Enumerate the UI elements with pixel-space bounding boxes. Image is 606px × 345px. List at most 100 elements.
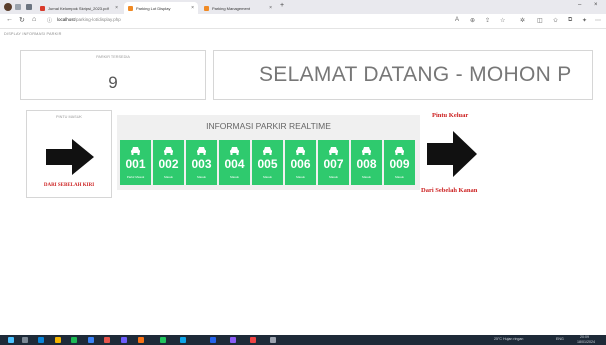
slot-status: Masuk — [230, 175, 239, 179]
parking-slot[interactable]: 004 Masuk — [219, 140, 250, 185]
slot-number: 002 — [158, 157, 179, 171]
workspaces-icon[interactable] — [15, 4, 21, 10]
car-icon — [395, 147, 404, 155]
app-icon[interactable] — [160, 337, 166, 343]
slot-number: 007 — [323, 157, 344, 171]
page-breadcrumb: DISPLAY INFORMASI PARKIR — [4, 32, 62, 36]
app-icon[interactable] — [250, 337, 256, 343]
car-icon — [362, 147, 371, 155]
clock-time[interactable]: 20:09 — [580, 335, 589, 339]
more-menu-icon[interactable]: ⋯ — [595, 17, 601, 24]
close-tab-icon[interactable]: × — [191, 5, 194, 11]
share-icon[interactable]: ⇪ — [485, 17, 490, 24]
exit-gate-label: Pintu Keluar — [432, 112, 469, 119]
car-icon — [164, 147, 173, 155]
tab-label: Parking Management — [212, 5, 251, 11]
url-host: localhost — [57, 17, 75, 22]
collections-icon[interactable]: ⧉ — [568, 17, 572, 24]
browser-tab-bar: Jurnal Kelompok Skripsi_2023.pdf × Parki… — [0, 0, 606, 14]
slot-list: 001 Parkir Masuk 002 Masuk 003 Masuk 004… — [120, 140, 417, 190]
favorites-bar-icon[interactable]: ✩ — [553, 17, 558, 24]
language-indicator[interactable]: ENG — [556, 337, 564, 341]
car-icon — [329, 147, 338, 155]
slot-number: 008 — [356, 157, 377, 171]
refresh-icon[interactable]: ↻ — [19, 16, 25, 24]
parking-slot[interactable]: 002 Masuk — [153, 140, 184, 185]
home-icon[interactable]: ⌂ — [32, 16, 36, 23]
split-screen-icon[interactable]: ◫ — [537, 17, 543, 24]
close-window-button[interactable]: × — [594, 2, 598, 8]
copilot-icon[interactable]: ✦ — [582, 17, 587, 24]
app-icon[interactable] — [138, 337, 144, 343]
back-icon[interactable]: ← — [6, 16, 13, 23]
available-parking-count: 9 — [108, 73, 118, 92]
tab-actions-icon[interactable] — [26, 4, 32, 10]
pdf-icon — [40, 5, 45, 11]
clock-date[interactable]: 18/01/2024 — [577, 340, 595, 344]
app-icon[interactable] — [230, 337, 236, 343]
url-field[interactable]: localhost/parking-lot/display.php — [57, 17, 121, 22]
parking-slot[interactable]: 007 Masuk — [318, 140, 349, 185]
slot-number: 004 — [224, 157, 245, 171]
app-icon[interactable] — [104, 337, 110, 343]
slot-status: Masuk — [395, 175, 404, 179]
favorite-icon[interactable]: ☆ — [500, 17, 505, 24]
extensions-icon[interactable]: ✲ — [520, 17, 525, 24]
parking-slot[interactable]: 001 Parkir Masuk — [120, 140, 151, 185]
close-tab-icon[interactable]: × — [115, 5, 118, 11]
slot-status: Masuk — [164, 175, 173, 179]
parking-slot[interactable]: 008 Masuk — [351, 140, 382, 185]
slot-number: 009 — [389, 157, 410, 171]
slot-status: Masuk — [263, 175, 272, 179]
right-arrow-icon — [46, 139, 94, 175]
tab-parking-display[interactable]: Parking Lot Display × — [124, 2, 198, 14]
app-icon[interactable] — [180, 337, 186, 343]
parking-slot[interactable]: 006 Masuk — [285, 140, 316, 185]
parking-slot[interactable]: 005 Masuk — [252, 140, 283, 185]
vscode-icon[interactable] — [210, 337, 216, 343]
slot-number: 006 — [290, 157, 311, 171]
parking-slot[interactable]: 003 Masuk — [186, 140, 217, 185]
realtime-title: INFORMASI PARKIR REALTIME — [206, 121, 331, 131]
app-icon[interactable] — [71, 337, 77, 343]
slot-status: Masuk — [197, 175, 206, 179]
slot-status: Masuk — [296, 175, 305, 179]
available-parking-label: PARKIR TERSEDIA — [96, 55, 130, 59]
available-parking-card: PARKIR TERSEDIA 9 — [20, 50, 206, 100]
slot-number: 003 — [191, 157, 212, 171]
minimize-button[interactable]: – — [578, 2, 581, 8]
app-icon[interactable] — [270, 337, 276, 343]
slot-number: 001 — [125, 157, 146, 171]
entry-gate-card: PINTU MASUK DARI SEBELAH KIRI — [26, 110, 112, 198]
car-icon — [197, 147, 206, 155]
read-aloud-icon[interactable]: A — [455, 17, 459, 23]
car-icon — [131, 147, 140, 155]
right-arrow-icon — [427, 131, 477, 177]
profile-icon[interactable] — [4, 3, 12, 11]
weather-status[interactable]: 25°C Hujan ringan — [494, 337, 523, 341]
url-path: /parking-lot/display.php — [74, 17, 121, 22]
tab-label: Jurnal Kelompok Skripsi_2023.pdf — [48, 5, 109, 11]
address-bar-row: ← ↻ ⌂ ⓘ localhost/parking-lot/display.ph… — [0, 14, 606, 29]
close-tab-icon[interactable]: × — [269, 5, 272, 11]
welcome-banner: SELAMAT DATANG - MOHON P — [213, 50, 593, 100]
search-icon[interactable] — [22, 337, 28, 343]
tab-label: Parking Lot Display — [136, 5, 171, 11]
start-icon[interactable] — [8, 337, 14, 343]
edge-icon[interactable] — [88, 337, 94, 343]
file-explorer-icon[interactable] — [55, 337, 61, 343]
tab-jurnal[interactable]: Jurnal Kelompok Skripsi_2023.pdf × — [36, 2, 122, 14]
zoom-icon[interactable]: ⊕ — [470, 17, 475, 24]
slot-status: Masuk — [329, 175, 338, 179]
task-view-icon[interactable] — [38, 337, 44, 343]
parking-slot[interactable]: 009 Masuk — [384, 140, 415, 185]
site-info-icon[interactable]: ⓘ — [47, 17, 52, 24]
app-icon[interactable] — [121, 337, 127, 343]
entry-direction: DARI SEBELAH KIRI — [43, 183, 95, 188]
exit-direction: Dari Sebelah Kanan — [421, 187, 478, 194]
tab-parking-management[interactable]: Parking Management × — [200, 2, 276, 14]
site-favicon-icon — [128, 5, 133, 11]
new-tab-button[interactable]: + — [280, 2, 284, 9]
car-icon — [263, 147, 272, 155]
slot-status: Parkir Masuk — [126, 175, 145, 179]
